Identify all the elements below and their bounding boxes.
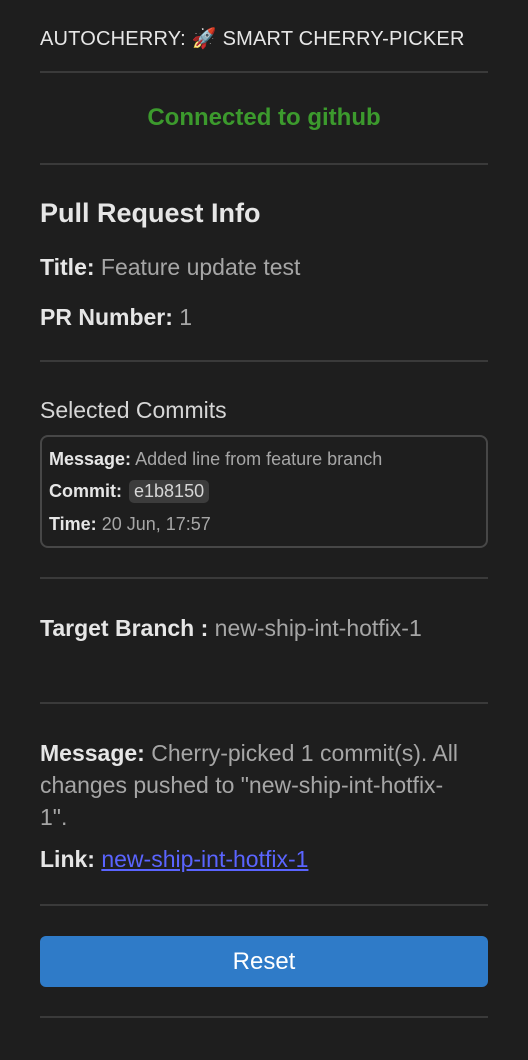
target-branch-label: Target Branch :: [40, 615, 209, 641]
divider: [40, 71, 488, 73]
target-branch-row: Target Branch : new-ship-int-hotfix-1: [40, 612, 440, 644]
pr-title-label: Title:: [40, 254, 95, 280]
commit-hash-row: Commit: e1b8150: [49, 480, 210, 503]
target-branch-value: new-ship-int-hotfix-1: [214, 615, 422, 641]
connection-status: Connected to github: [147, 104, 381, 131]
commit-time-label: Time:: [49, 514, 97, 534]
divider: [40, 577, 488, 579]
pr-number-row: PR Number: 1: [40, 301, 192, 333]
pr-title-value: Feature update test: [100, 254, 301, 280]
commit-time-row: Time: 20 Jun, 17:57: [49, 514, 211, 535]
rocket-icon: 🚀: [191, 28, 217, 50]
commit-message-value: Added line from feature branch: [135, 449, 383, 469]
commit-card[interactable]: Message: Added line from feature branch …: [40, 435, 488, 548]
commit-hash-label: Commit:: [49, 481, 122, 501]
result-link-row: Link: new-ship-int-hotfix-1: [40, 843, 470, 875]
divider: [40, 163, 488, 165]
result-message-row: Message: Cherry-picked 1 commit(s). All …: [40, 737, 460, 833]
commit-message-label: Message:: [49, 449, 132, 469]
reset-button[interactable]: Reset: [40, 936, 488, 987]
result-link-label: Link:: [40, 846, 95, 872]
header-title-prefix: AUTOCHERRY:: [40, 28, 186, 50]
header-title-suffix: SMART CHERRY-PICKER: [222, 28, 465, 50]
pr-number-value: 1: [179, 304, 193, 330]
pr-info-heading: Pull Request Info: [40, 198, 261, 228]
divider: [40, 1016, 488, 1018]
divider: [40, 904, 488, 906]
commit-message-row: Message: Added line from feature branch: [49, 449, 382, 470]
commit-hash-badge: e1b8150: [129, 480, 210, 503]
result-message-label: Message:: [40, 740, 145, 766]
pr-number-label: PR Number:: [40, 304, 173, 330]
divider: [40, 702, 488, 704]
divider: [40, 360, 488, 362]
panel-header: AUTOCHERRY: 🚀 SMART CHERRY-PICKER: [40, 26, 488, 51]
branch-link[interactable]: new-ship-int-hotfix-1: [101, 846, 308, 872]
pr-title-row: Title: Feature update test: [40, 251, 300, 283]
selected-commits-heading: Selected Commits: [40, 397, 227, 423]
commit-time-value: 20 Jun, 17:57: [101, 514, 211, 534]
